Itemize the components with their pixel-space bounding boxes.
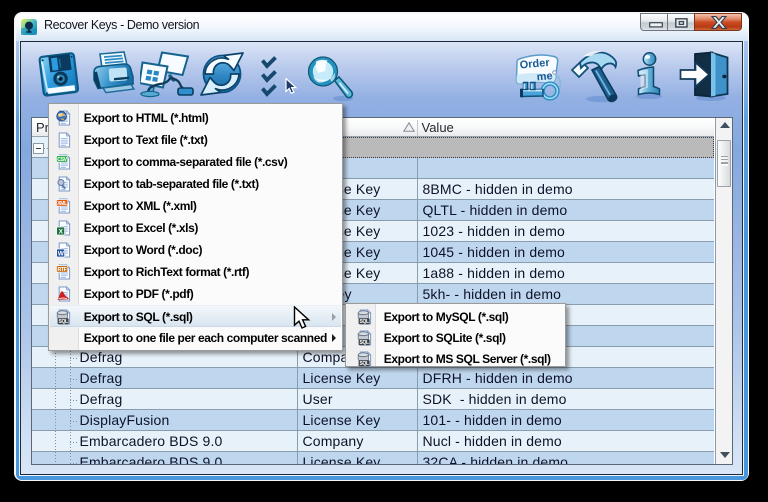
svg-text:SQL: SQL (58, 319, 67, 325)
svg-text:RTF: RTF (57, 267, 66, 273)
svg-text:XML: XML (57, 201, 68, 207)
svg-text:SQL: SQL (359, 340, 368, 346)
svg-text:SQL: SQL (359, 361, 368, 367)
svg-text:SQL: SQL (359, 319, 368, 325)
svg-text:CSV: CSV (57, 157, 67, 163)
